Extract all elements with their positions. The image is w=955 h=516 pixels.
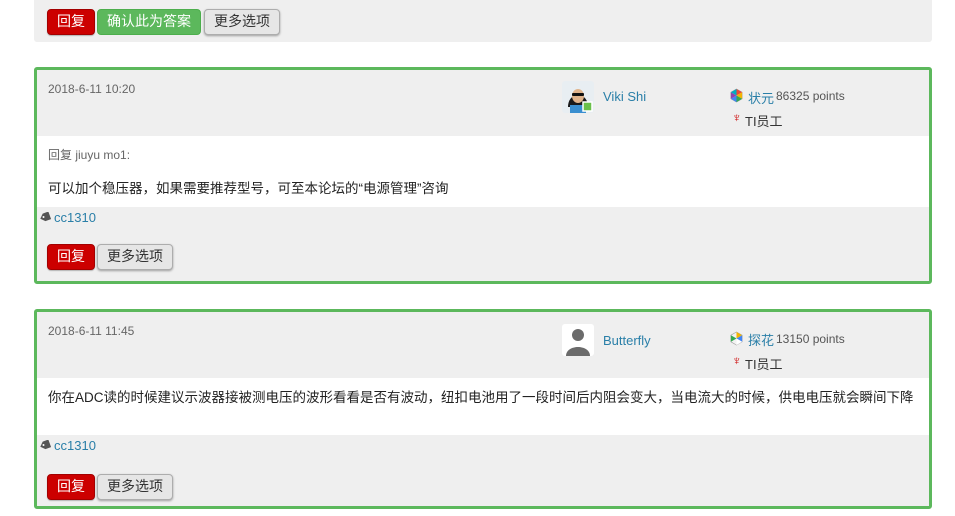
post-date: 2018-6-11 11:45 <box>48 324 135 338</box>
user-points: 13150 points <box>776 332 845 346</box>
reply-button[interactable]: 回复 <box>47 9 95 35</box>
tag-icon <box>40 440 51 450</box>
avatar-photo-icon <box>562 81 594 113</box>
rank-badge-icon <box>730 88 743 103</box>
reply-button[interactable]: 回复 <box>47 474 95 500</box>
author-name-link[interactable]: Butterfly <box>603 333 651 348</box>
user-points: 86325 points <box>776 89 845 103</box>
post-header: 2018-6-11 10:20 Viki Shi 状元 86325 points… <box>37 70 929 136</box>
default-user-icon <box>562 324 594 356</box>
employee-badge: TI员工 <box>745 114 783 129</box>
confirm-answer-button[interactable]: 确认此为答案 <box>97 9 201 35</box>
post-tags: cc1310 <box>37 207 929 229</box>
post-content: 可以加个稳压器，如果需要推荐型号，可至本论坛的“电源管理”咨询 <box>48 181 449 196</box>
reply-to-label: 回复 jiuyu mo1: <box>48 148 131 162</box>
post-tags: cc1310 <box>37 435 929 457</box>
ti-logo-icon: ♆ <box>732 353 742 368</box>
reply-post: 2018-6-11 10:20 Viki Shi 状元 86325 points… <box>34 67 932 284</box>
tag-link[interactable]: cc1310 <box>54 210 96 225</box>
reply-post: 2018-6-11 11:45 Butterfly 探花 13150 point… <box>34 309 932 509</box>
tag-icon <box>40 212 51 222</box>
user-rank-link[interactable]: 状元 <box>748 88 774 107</box>
more-options-button[interactable]: 更多选项 <box>204 9 280 35</box>
post-body: 回复 jiuyu mo1: 可以加个稳压器，如果需要推荐型号，可至本论坛的“电源… <box>37 136 929 207</box>
reply-button[interactable]: 回复 <box>47 244 95 270</box>
post-actions: 回复 更多选项 <box>37 229 929 279</box>
employee-badge: TI员工 <box>745 357 783 372</box>
user-rank-link[interactable]: 探花 <box>748 330 774 349</box>
post-content: 你在ADC读的时候建议示波器接被测电压的波形看看是否有波动，纽扣电池用了一段时间… <box>48 390 914 405</box>
author-name-link[interactable]: Viki Shi <box>603 89 646 104</box>
more-options-button[interactable]: 更多选项 <box>97 244 173 270</box>
post-header: 2018-6-11 11:45 Butterfly 探花 13150 point… <box>37 312 929 378</box>
post-body: 你在ADC读的时候建议示波器接被测电压的波形看看是否有波动，纽扣电池用了一段时间… <box>37 378 929 435</box>
rank-badge-icon <box>730 331 743 346</box>
user-avatar[interactable] <box>562 81 594 113</box>
post-date: 2018-6-11 10:20 <box>48 82 136 96</box>
more-options-button[interactable]: 更多选项 <box>97 474 173 500</box>
user-avatar[interactable] <box>562 324 594 356</box>
previous-post-actions: 回复 确认此为答案 更多选项 <box>34 0 932 42</box>
tag-link[interactable]: cc1310 <box>54 438 96 453</box>
ti-logo-icon: ♆ <box>732 110 742 125</box>
post-actions: 回复 更多选项 <box>37 457 929 506</box>
